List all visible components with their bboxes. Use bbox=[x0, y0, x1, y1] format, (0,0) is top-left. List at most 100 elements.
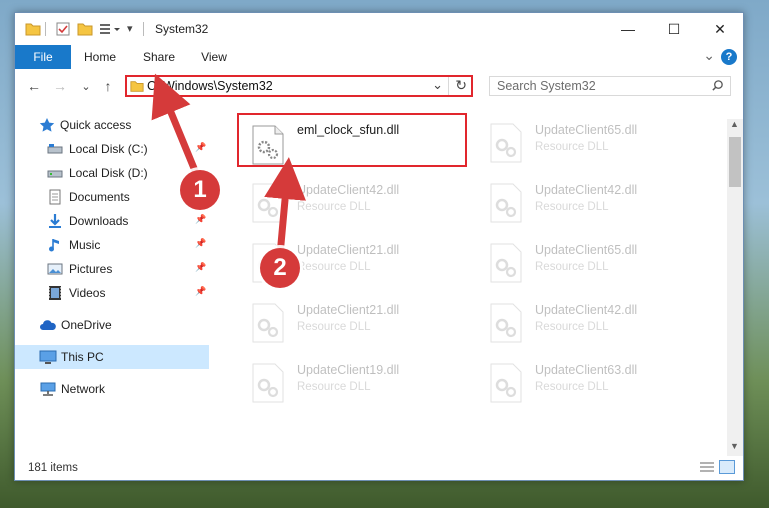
tab-home[interactable]: Home bbox=[79, 45, 121, 69]
file-name: UpdateClient21.dll bbox=[297, 243, 400, 257]
dll-file-icon bbox=[251, 125, 285, 165]
file-item-eml-clock-sfun[interactable]: eml_clock_sfun.dll bbox=[237, 113, 467, 167]
pin-icon: 📌 bbox=[195, 238, 207, 248]
nav-item-music[interactable]: Music 📌 bbox=[15, 233, 209, 257]
nav-item-quick-access[interactable]: Quick access bbox=[15, 113, 209, 137]
dll-file-icon bbox=[251, 363, 285, 403]
nav-item-label: Local Disk (D:) bbox=[69, 166, 148, 180]
nav-item-pictures[interactable]: Pictures 📌 bbox=[15, 257, 209, 281]
search-icon[interactable] bbox=[711, 79, 724, 95]
pin-icon: 📌 bbox=[195, 214, 207, 224]
file-type: Resource DLL bbox=[297, 381, 371, 393]
forward-arrow-icon[interactable]: → bbox=[51, 77, 69, 95]
nav-item-label: Videos bbox=[69, 286, 106, 300]
new-folder-icon[interactable] bbox=[77, 21, 93, 37]
navigation-pane: Quick access Local Disk (C:) 📌 Local Dis… bbox=[15, 109, 209, 449]
nav-item-local-disk-d[interactable]: Local Disk (D:) bbox=[15, 161, 209, 185]
explorer-window: ▾ System32 — ☐ ✕ File Home Share View ⌄ … bbox=[14, 12, 744, 481]
cloud-icon bbox=[39, 317, 56, 333]
file-type: Resource DLL bbox=[535, 321, 609, 333]
file-item[interactable]: UpdateClient42.dll Resource DLL bbox=[477, 293, 707, 347]
maximize-icon: ☐ bbox=[667, 20, 681, 37]
dll-file-icon bbox=[489, 183, 523, 223]
nav-item-label: Network bbox=[61, 382, 106, 396]
file-list: eml_clock_sfun.dll UpdateClient42.dll Re… bbox=[225, 103, 727, 455]
address-dropdown-icon[interactable]: ⌄ bbox=[432, 77, 443, 93]
status-bar: 181 items bbox=[15, 456, 743, 480]
file-name: UpdateClient65.dll bbox=[535, 243, 638, 257]
file-item[interactable]: UpdateClient21.dll Resource DLL bbox=[239, 293, 469, 347]
help-icon[interactable]: ? bbox=[721, 49, 737, 65]
file-name: UpdateClient21.dll bbox=[297, 303, 400, 317]
pin-icon: 📌 bbox=[195, 262, 207, 272]
nav-item-downloads[interactable]: Downloads 📌 bbox=[15, 209, 209, 233]
tab-view[interactable]: View bbox=[195, 45, 233, 69]
file-type: Resource DLL bbox=[297, 321, 371, 333]
nav-item-label: This PC bbox=[61, 350, 104, 364]
navigation-bar: ← → ⌄ ↑ C:\Windows\System32 ⌄ ↻ Search S… bbox=[15, 69, 743, 103]
annotation-badge-1: 1 bbox=[180, 170, 220, 210]
file-item[interactable]: UpdateClient63.dll Resource DLL bbox=[477, 353, 707, 407]
window-title: System32 bbox=[155, 22, 209, 36]
file-type: Resource DLL bbox=[535, 141, 609, 153]
file-item[interactable]: UpdateClient19.dll Resource DLL bbox=[239, 353, 469, 407]
drive-icon bbox=[47, 165, 63, 181]
nav-item-label: Pictures bbox=[69, 262, 113, 276]
maximize-button[interactable]: ☐ bbox=[651, 13, 697, 45]
pin-icon: 📌 bbox=[195, 142, 207, 152]
close-button[interactable]: ✕ bbox=[697, 13, 743, 45]
search-placeholder: Search System32 bbox=[497, 79, 596, 93]
up-arrow-icon[interactable]: ↑ bbox=[99, 77, 117, 95]
item-count: 181 items bbox=[28, 462, 78, 474]
file-name: UpdateClient42.dll bbox=[535, 303, 638, 317]
nav-item-label: Downloads bbox=[69, 214, 129, 228]
file-item[interactable]: UpdateClient65.dll Resource DLL bbox=[477, 233, 707, 287]
nav-item-videos[interactable]: Videos 📌 bbox=[15, 281, 209, 305]
video-icon bbox=[47, 285, 63, 301]
details-view-icon[interactable] bbox=[699, 461, 715, 478]
vertical-scrollbar[interactable]: ▲ ▼ bbox=[727, 119, 743, 459]
address-folder-icon bbox=[130, 79, 144, 96]
ribbon-tabs: File Home Share View ⌄ ? bbox=[15, 45, 743, 70]
file-name: UpdateClient42.dll bbox=[535, 183, 638, 197]
minimize-button[interactable]: — bbox=[605, 13, 651, 45]
scrollbar-thumb[interactable] bbox=[729, 137, 741, 187]
file-name: eml_clock_sfun.dll bbox=[297, 123, 400, 137]
scroll-up-icon[interactable]: ▲ bbox=[730, 119, 739, 129]
computer-icon bbox=[39, 349, 57, 365]
file-type: Resource DLL bbox=[535, 261, 609, 273]
nav-item-this-pc[interactable]: This PC bbox=[15, 345, 209, 369]
close-icon: ✕ bbox=[714, 20, 726, 37]
file-type: Resource DLL bbox=[535, 201, 609, 213]
tab-file[interactable]: File bbox=[15, 45, 71, 69]
dll-file-icon bbox=[251, 183, 285, 223]
nav-item-network[interactable]: Network bbox=[15, 377, 209, 401]
large-icons-view-icon[interactable] bbox=[719, 460, 735, 474]
refresh-icon[interactable]: ↻ bbox=[455, 77, 467, 94]
scroll-down-icon[interactable]: ▼ bbox=[730, 441, 739, 451]
file-name: UpdateClient19.dll bbox=[297, 363, 400, 377]
file-name: UpdateClient63.dll bbox=[535, 363, 638, 377]
tab-share[interactable]: Share bbox=[137, 45, 181, 69]
music-icon bbox=[47, 237, 63, 253]
file-item[interactable]: UpdateClient42.dll Resource DLL bbox=[239, 173, 469, 227]
annotation-badge-2: 2 bbox=[260, 248, 300, 288]
minimize-icon: — bbox=[621, 21, 635, 37]
nav-item-onedrive[interactable]: OneDrive bbox=[15, 313, 209, 337]
nav-item-local-disk-c[interactable]: Local Disk (C:) 📌 bbox=[15, 137, 209, 161]
network-icon bbox=[39, 381, 56, 397]
file-item[interactable]: UpdateClient42.dll Resource DLL bbox=[477, 173, 707, 227]
customize-toolbar-icon[interactable] bbox=[99, 21, 123, 37]
folder-icon bbox=[25, 21, 41, 37]
qa-dropdown-icon[interactable]: ▾ bbox=[127, 22, 133, 38]
recent-locations-icon[interactable]: ⌄ bbox=[77, 77, 95, 95]
search-input[interactable]: Search System32 bbox=[489, 76, 731, 96]
dll-file-icon bbox=[489, 363, 523, 403]
file-type: Resource DLL bbox=[535, 381, 609, 393]
file-item[interactable]: UpdateClient65.dll Resource DLL bbox=[477, 113, 707, 167]
nav-item-label: Documents bbox=[69, 190, 130, 204]
address-bar[interactable]: C:\Windows\System32 ⌄ ↻ bbox=[125, 75, 473, 97]
back-arrow-icon[interactable]: ← bbox=[25, 77, 43, 95]
properties-icon[interactable] bbox=[55, 21, 71, 37]
ribbon-expand-chevron-icon[interactable]: ⌄ bbox=[703, 47, 715, 64]
